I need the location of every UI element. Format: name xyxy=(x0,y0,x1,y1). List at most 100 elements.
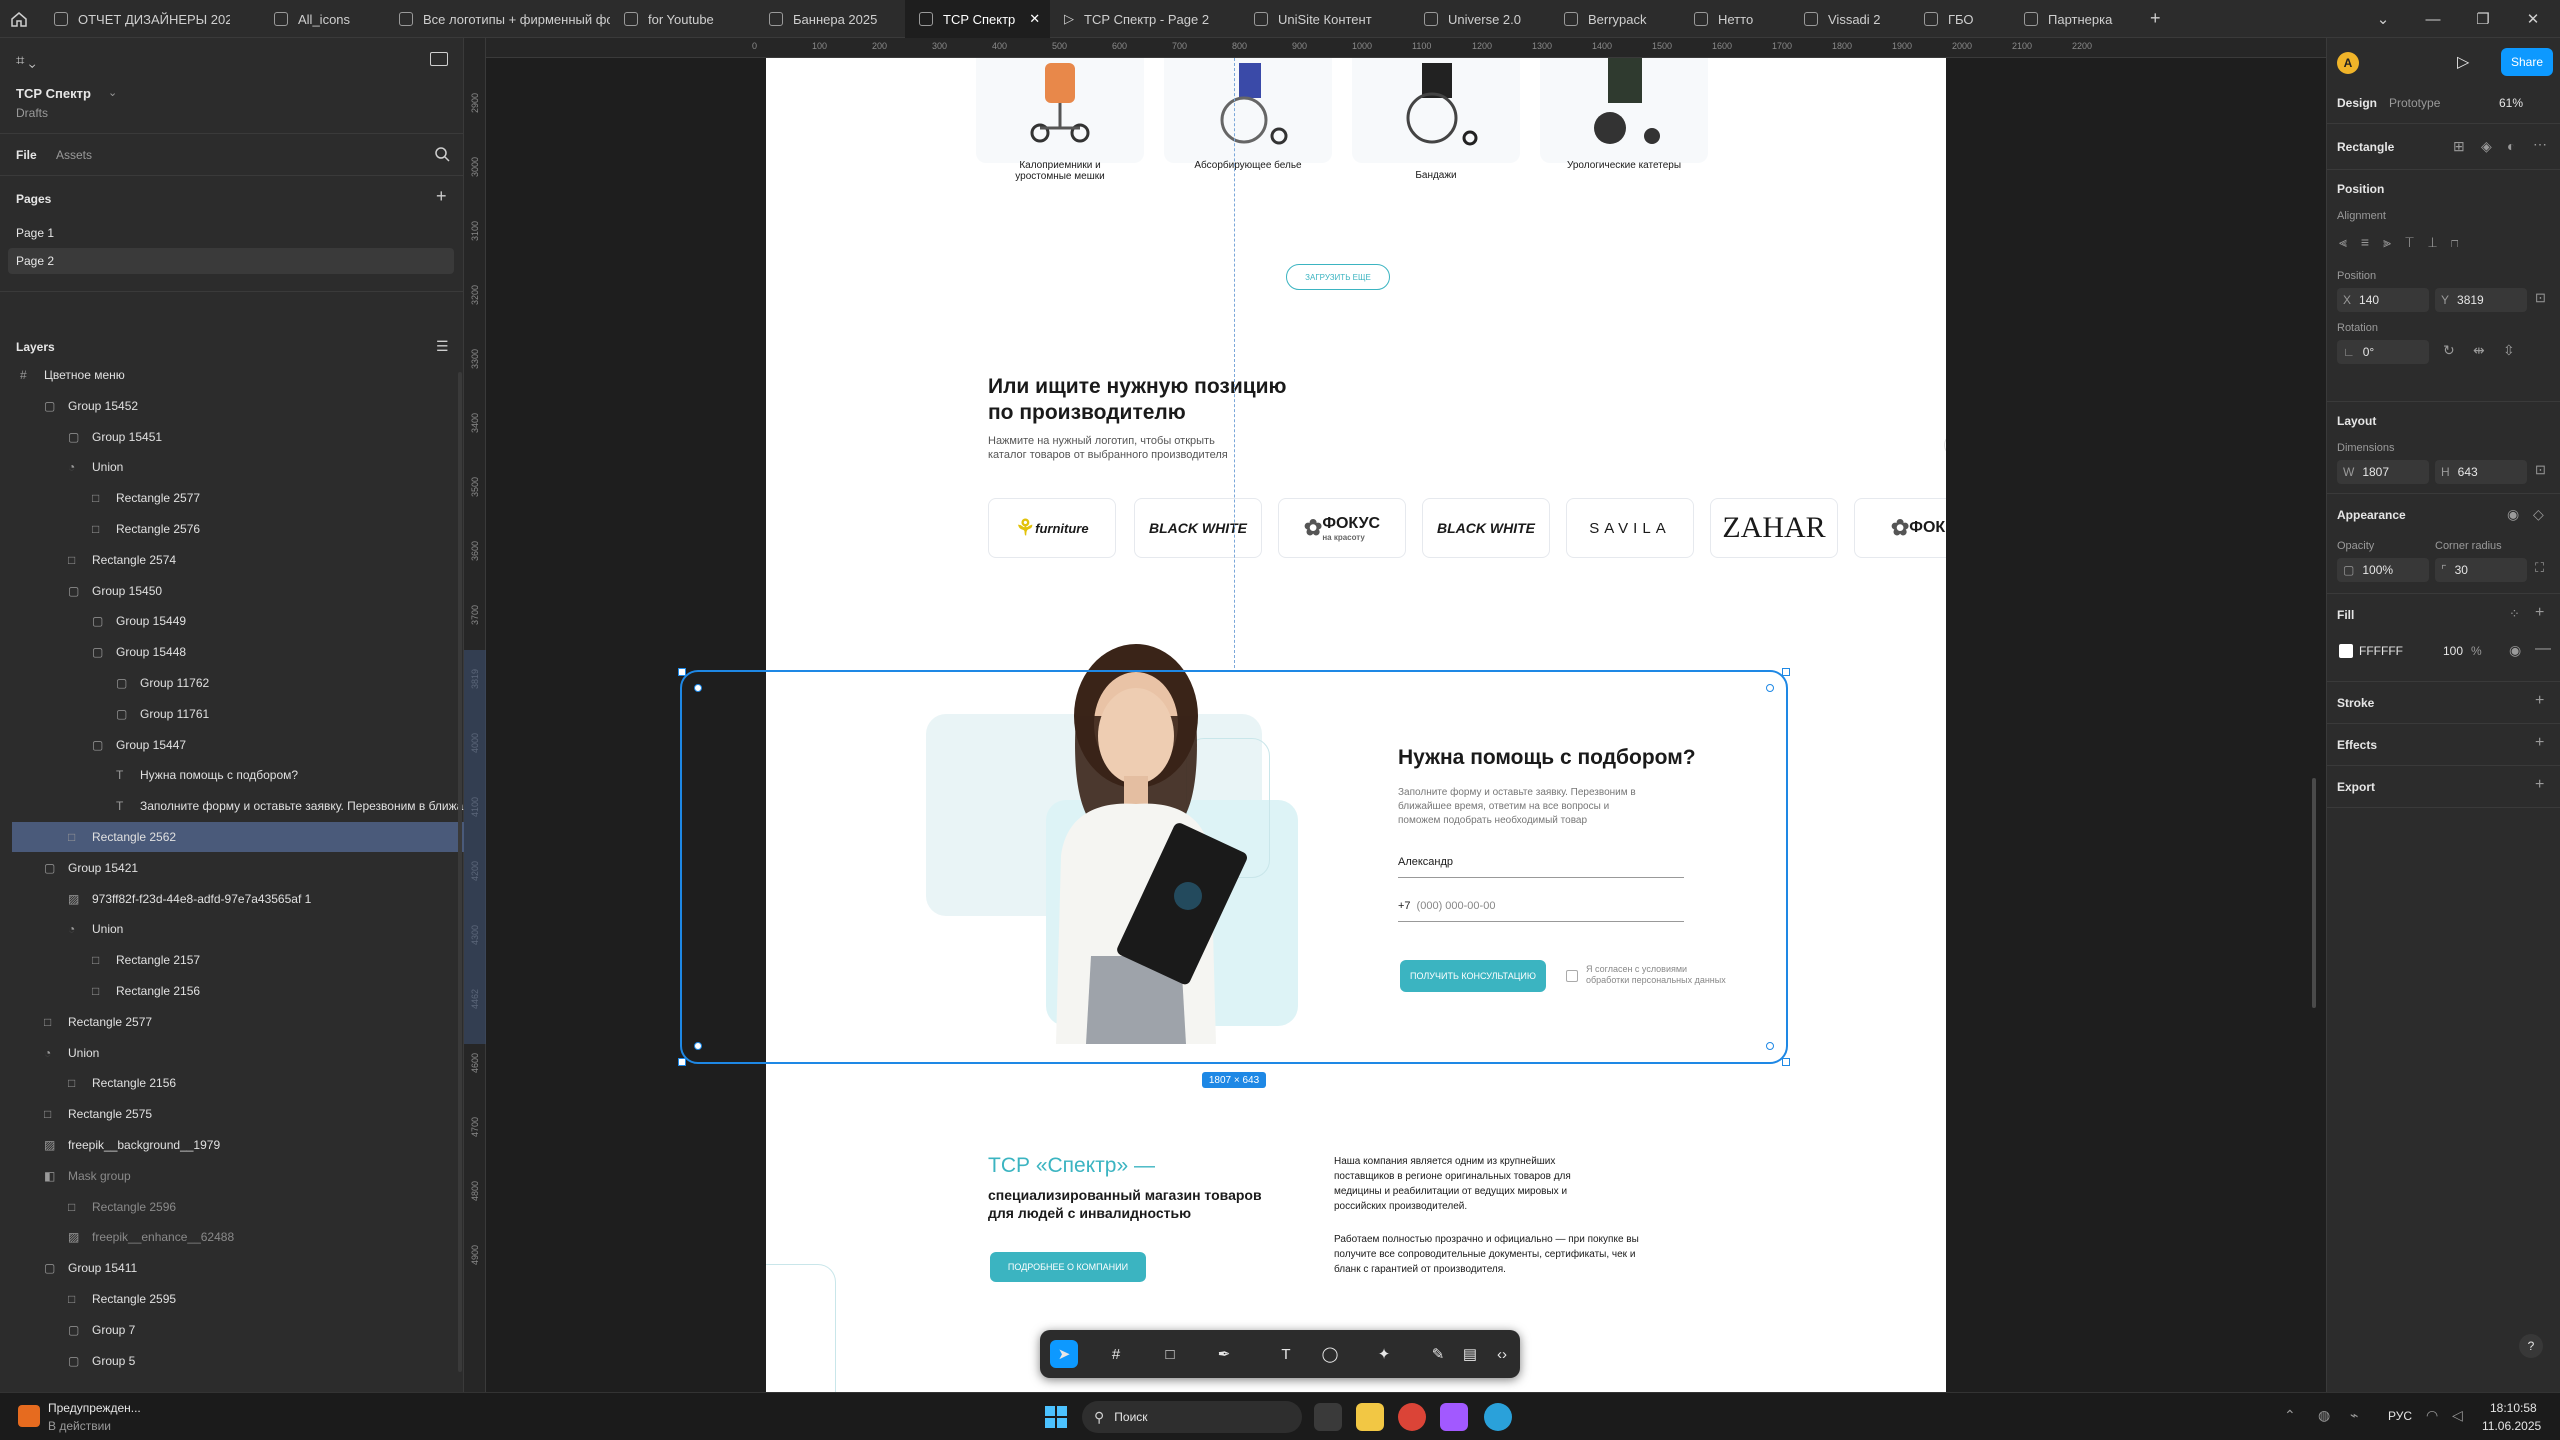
help-button[interactable]: ? xyxy=(2519,1334,2543,1358)
pen-tool-icon[interactable]: ✒ xyxy=(1210,1340,1238,1368)
tab-otchet[interactable]: ОТЧЕТ ДИЗАЙНЕРЫ 2024 xyxy=(40,0,230,38)
tab-logos[interactable]: Все логотипы + фирменный фон xyxy=(385,0,610,38)
radius-handle[interactable] xyxy=(694,684,702,692)
tab-file[interactable]: File xyxy=(16,148,37,162)
tab-unisite[interactable]: UniSite Контент xyxy=(1240,0,1420,38)
x-field[interactable]: X 140 xyxy=(2337,288,2429,312)
resize-handle[interactable] xyxy=(678,668,686,676)
layer-row[interactable]: ▢ Group 11762 xyxy=(12,668,464,698)
layer-row[interactable]: ▢ Group 15448 xyxy=(12,637,464,667)
chrome-icon[interactable] xyxy=(1398,1403,1426,1431)
fill-hex[interactable]: FFFFFF xyxy=(2359,644,2403,658)
product-card[interactable]: Урологические катетеры xyxy=(1540,58,1708,171)
rotation-field[interactable]: ∟ 0° xyxy=(2337,340,2429,364)
tab-all-icons[interactable]: All_icons xyxy=(260,0,380,38)
tab-netto[interactable]: Нетто xyxy=(1680,0,1790,38)
add-fill-icon[interactable]: + xyxy=(2535,604,2544,622)
radius-field[interactable]: ⌜ 30 xyxy=(2435,558,2527,582)
brand-logo[interactable]: BLACK WHITE xyxy=(1422,498,1550,558)
language-indicator[interactable]: РУС xyxy=(2388,1409,2412,1423)
brand-logo[interactable]: ⚘ furniture xyxy=(988,498,1116,558)
panel-toggle-icon[interactable] xyxy=(430,52,448,66)
tab-berrypack[interactable]: Berrypack xyxy=(1550,0,1680,38)
layer-row[interactable]: ▢ Group 15449 xyxy=(12,606,464,636)
flip-vertical-icon[interactable]: ⇳ xyxy=(2503,342,2515,359)
layer-row[interactable]: □ Rectangle 2575 xyxy=(12,1099,464,1129)
notification-title[interactable]: Предупрежден... xyxy=(48,1401,141,1415)
share-button[interactable]: Share xyxy=(2501,48,2553,76)
tab-youtube[interactable]: for Youtube xyxy=(610,0,750,38)
tray-app-icon[interactable]: ◍ xyxy=(2318,1407,2330,1424)
close-tab-icon[interactable]: ✕ xyxy=(1029,11,1040,27)
telegram-icon[interactable] xyxy=(1484,1403,1512,1431)
layer-row[interactable]: # Цветное меню xyxy=(12,360,464,390)
scroll-track[interactable] xyxy=(458,372,462,1372)
layer-row[interactable]: T Заполните форму и оставьте заявку. Пере… xyxy=(12,791,464,821)
height-field[interactable]: H 643 xyxy=(2435,460,2527,484)
layer-row[interactable]: ▢ Group 7 xyxy=(12,1315,464,1345)
resize-handle[interactable] xyxy=(1782,668,1790,676)
styles-icon[interactable]: ⁘ xyxy=(2509,606,2520,622)
brand-logo[interactable]: ✿ ФОК xyxy=(1854,498,1946,558)
product-card[interactable]: Калоприемники и уростомные мешки xyxy=(976,58,1144,182)
avatar[interactable]: A xyxy=(2337,52,2359,74)
page-item-1[interactable]: Page 1 xyxy=(16,226,54,240)
tab-tsr-spektr[interactable]: ТСР Спектр ✕ xyxy=(905,0,1050,38)
width-field[interactable]: W 1807 xyxy=(2337,460,2429,484)
tab-vissadi[interactable]: Vissadi 2 xyxy=(1790,0,1910,38)
project-title[interactable]: ТСР Спектр xyxy=(16,86,91,101)
layer-row[interactable]: ▢ Group 15451 xyxy=(12,422,464,452)
tab-design[interactable]: Design xyxy=(2337,96,2377,110)
search-icon[interactable] xyxy=(434,146,450,167)
canvas[interactable]: Калоприемники и уростомные мешки Абсорби… xyxy=(486,58,2326,1392)
brand-logo[interactable]: ZAHAR xyxy=(1710,498,1838,558)
dev-mode-icon[interactable]: ▤ xyxy=(1456,1340,1484,1368)
remove-fill-icon[interactable]: — xyxy=(2535,640,2551,658)
home-icon[interactable] xyxy=(10,10,28,28)
layer-row[interactable]: ▨ freepik__enhance__62488 xyxy=(12,1222,464,1252)
fill-eye-icon[interactable]: ◉ xyxy=(2509,642,2521,659)
volume-icon[interactable]: ◁ xyxy=(2452,1407,2463,1424)
maximize-icon[interactable]: ❐ xyxy=(2460,0,2506,38)
present-icon[interactable]: ▷ xyxy=(2457,52,2469,72)
chevron-down-icon[interactable]: ⌄ xyxy=(2360,0,2406,38)
layer-row[interactable]: ◔ Union xyxy=(12,914,464,944)
brand-logo[interactable]: ✿ ФОКУС на красоту xyxy=(1278,498,1406,558)
product-card[interactable]: Бандажи xyxy=(1352,58,1520,181)
tab-banners[interactable]: Баннера 2025 xyxy=(755,0,905,38)
minimize-icon[interactable]: — xyxy=(2410,0,2456,38)
resize-handle[interactable] xyxy=(1782,1058,1790,1066)
resize-mode-icon[interactable]: ⊡ xyxy=(2535,462,2546,478)
about-button[interactable]: ПОДРОБНЕЕ О КОМПАНИИ xyxy=(990,1252,1146,1282)
constraints-icon[interactable]: ⊡ xyxy=(2535,290,2546,306)
load-more-button[interactable]: ЗАГРУЗИТЬ ЕЩЕ xyxy=(1286,264,1390,290)
layer-row[interactable]: □ Rectangle 2157 xyxy=(12,945,464,975)
layer-row[interactable]: ▨ freepik__background__1979 xyxy=(12,1130,464,1160)
radius-handle[interactable] xyxy=(1766,684,1774,692)
add-export-icon[interactable]: + xyxy=(2535,776,2544,794)
windows-start-icon[interactable] xyxy=(1044,1405,1068,1429)
blend-icon[interactable]: ◇ xyxy=(2533,506,2544,523)
new-tab-icon[interactable]: + xyxy=(2150,8,2161,29)
zoom-level[interactable]: 61% xyxy=(2499,96,2523,110)
layer-row[interactable]: ▢ Group 15421 xyxy=(12,853,464,883)
wifi-icon[interactable]: ◠ xyxy=(2426,1407,2438,1424)
taskbar-search[interactable]: ⚲ Поиск xyxy=(1082,1401,1302,1433)
independent-corners-icon[interactable]: ⛶ xyxy=(2535,560,2544,576)
figma-icon[interactable] xyxy=(1440,1403,1468,1431)
layer-row[interactable]: □ Rectangle 2574 xyxy=(12,545,464,575)
code-icon[interactable]: ‹› xyxy=(1488,1340,1516,1368)
layer-row[interactable]: ▢ Group 15447 xyxy=(12,730,464,760)
product-card[interactable]: Абсорбирующее белье xyxy=(1164,58,1332,171)
clock-time[interactable]: 18:10:58 xyxy=(2490,1401,2537,1415)
warning-icon[interactable] xyxy=(18,1405,40,1427)
flip-horizontal-icon[interactable]: ⇹ xyxy=(2473,342,2485,359)
layer-row[interactable]: □ Rectangle 2577 xyxy=(12,483,464,513)
fill-opacity[interactable]: 100 xyxy=(2443,644,2463,658)
layer-row[interactable]: ◧ Mask group xyxy=(12,1161,464,1191)
layer-row[interactable]: ▢ Group 5 xyxy=(12,1346,464,1376)
text-tool-icon[interactable]: T xyxy=(1272,1340,1300,1368)
add-stroke-icon[interactable]: + xyxy=(2535,692,2544,710)
shape-tool-icon[interactable]: □ xyxy=(1156,1340,1184,1368)
tab-tsr-page2[interactable]: ▷ ТСР Спектр - Page 2 xyxy=(1050,0,1240,38)
